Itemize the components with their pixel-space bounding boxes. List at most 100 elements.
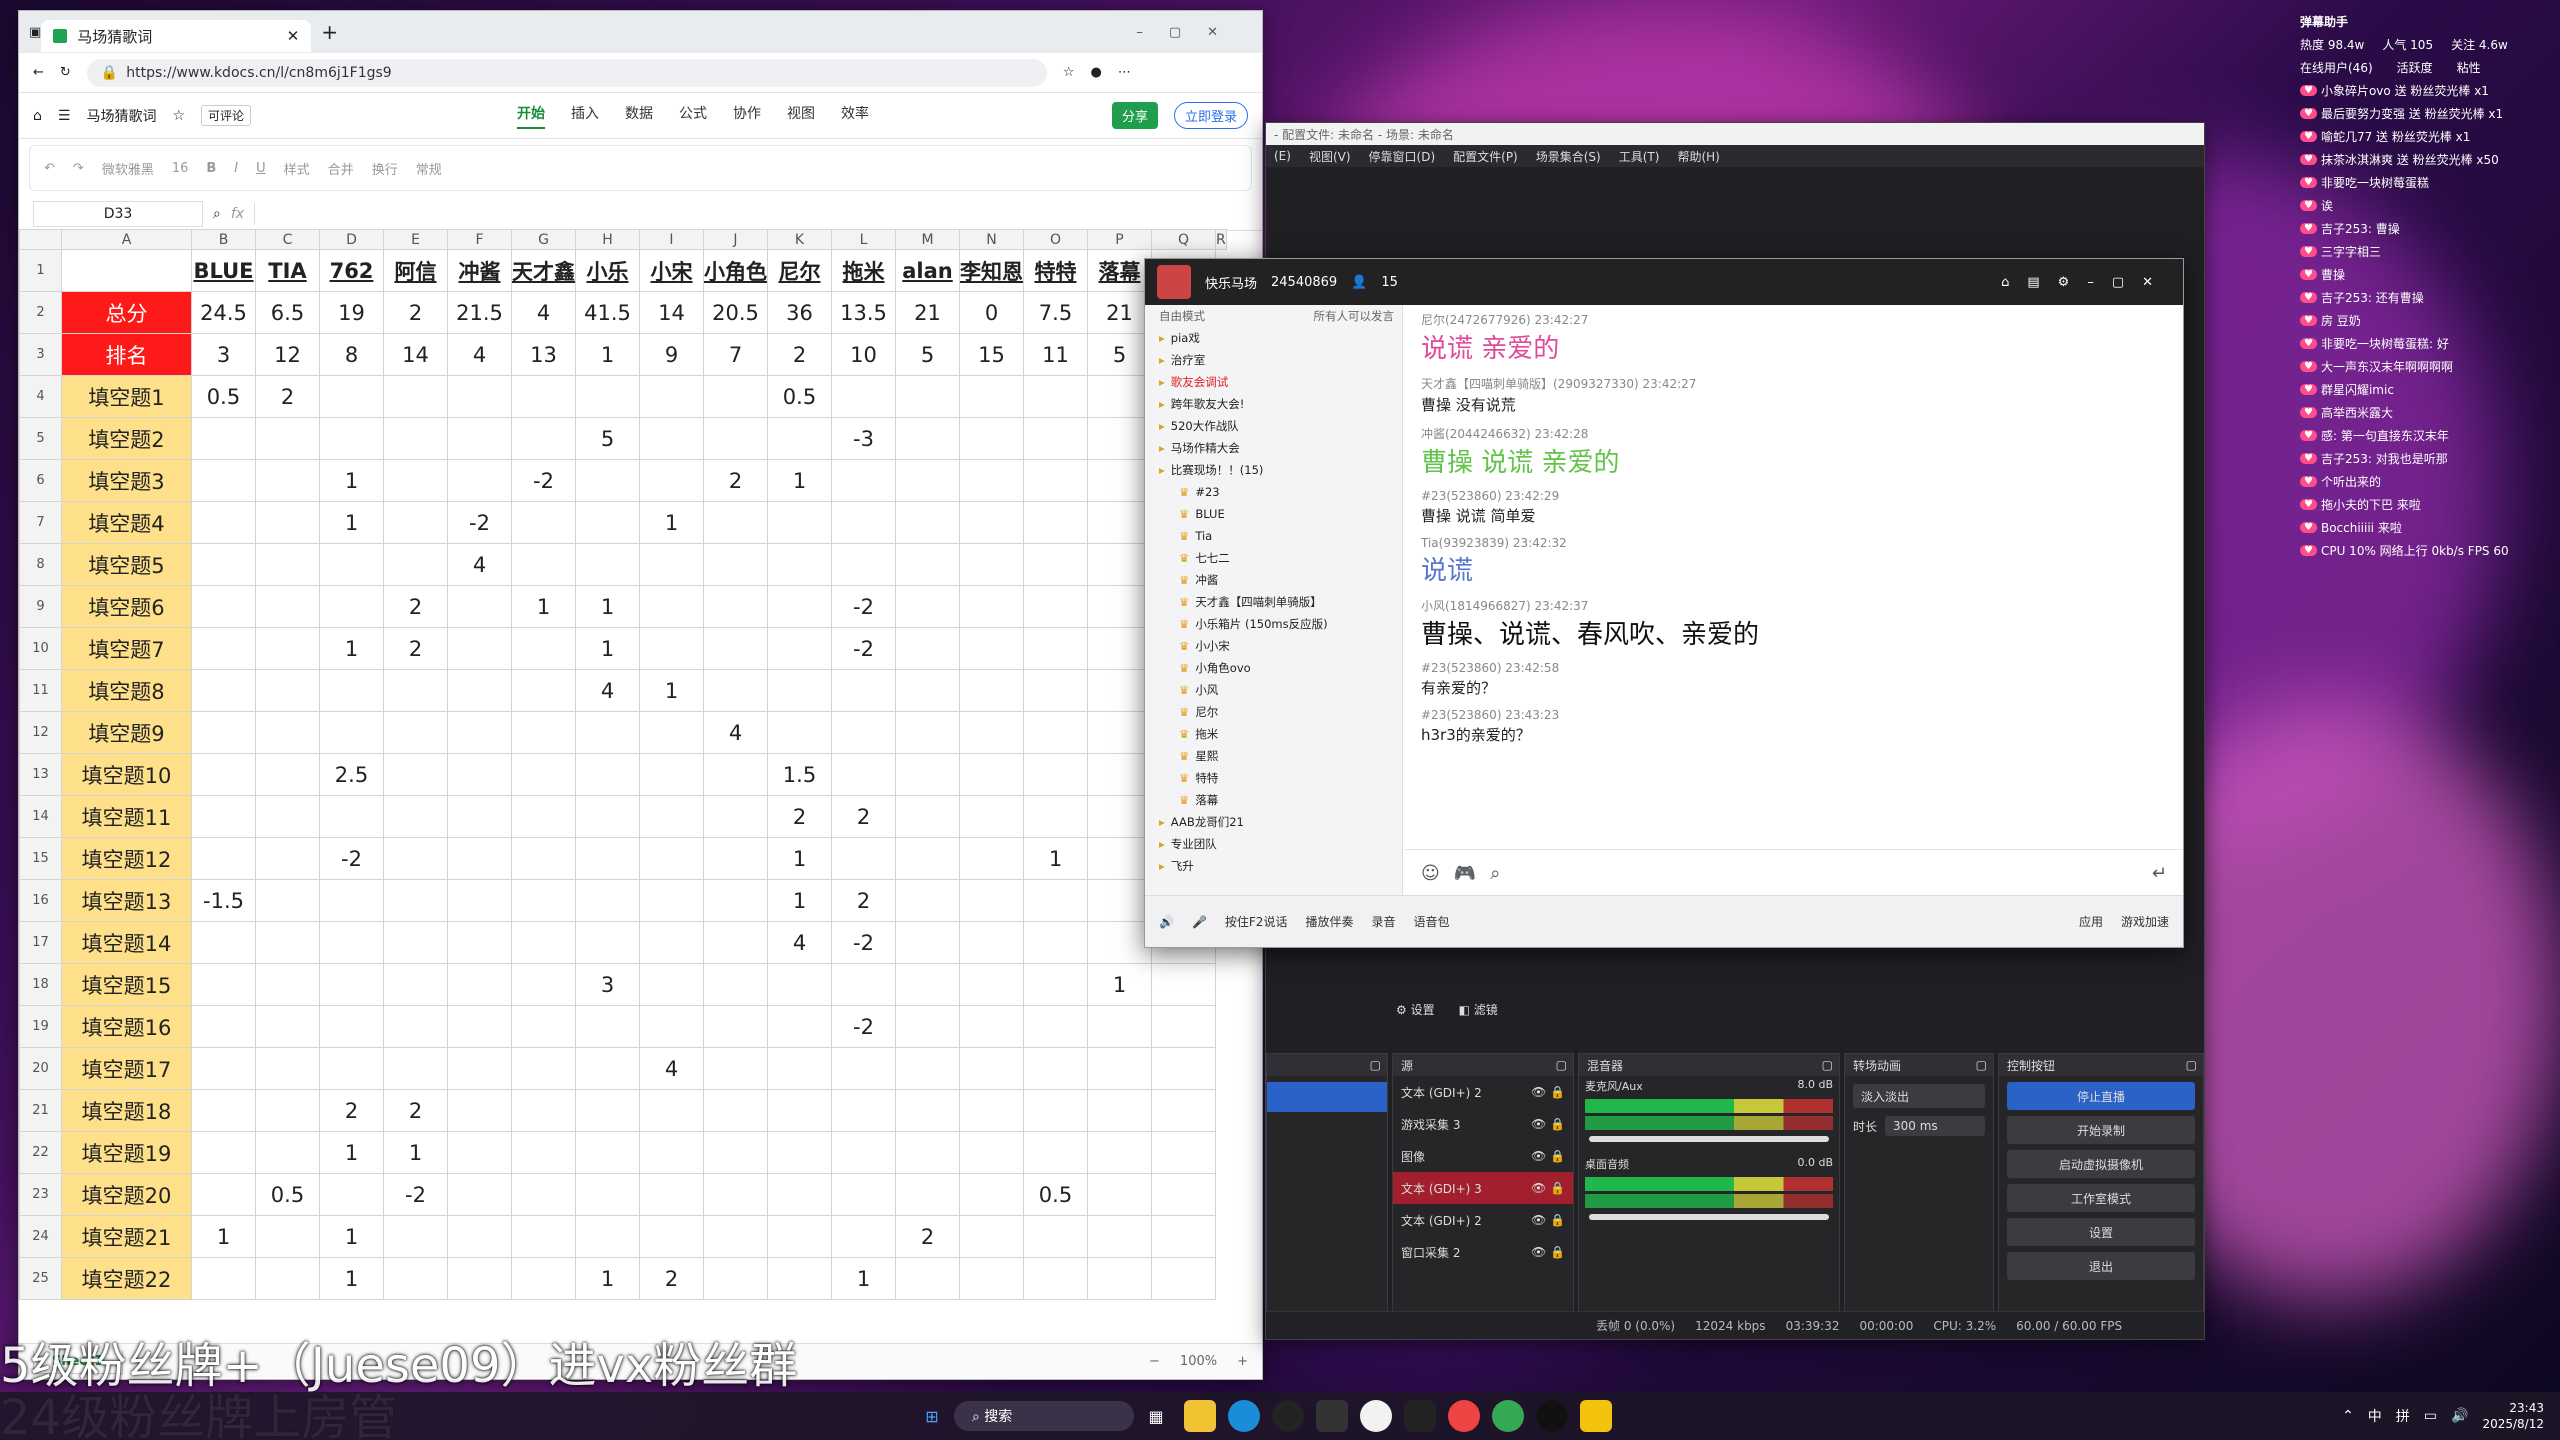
- score-cell[interactable]: [1151, 1047, 1216, 1090]
- row-label-cell[interactable]: 填空题12: [61, 837, 192, 880]
- score-cell[interactable]: [255, 459, 320, 502]
- score-cell[interactable]: [1087, 375, 1152, 418]
- row-header[interactable]: 16: [19, 879, 62, 922]
- score-cell[interactable]: [895, 879, 960, 922]
- transition-select[interactable]: 淡入淡出: [1853, 1084, 1985, 1108]
- score-cell[interactable]: [511, 921, 576, 964]
- score-cell[interactable]: [1023, 921, 1088, 964]
- score-cell[interactable]: [959, 627, 1024, 670]
- room-window-controls[interactable]: ⌂▤⚙–▢✕: [2001, 275, 2171, 290]
- score-cell[interactable]: [383, 417, 448, 460]
- score-cell[interactable]: [511, 375, 576, 418]
- score-cell[interactable]: [895, 459, 960, 502]
- doc-title[interactable]: 马场猜歌词: [86, 106, 156, 126]
- score-cell[interactable]: [767, 1047, 832, 1090]
- score-cell[interactable]: 0.5: [1023, 1173, 1088, 1216]
- score-cell[interactable]: 36: [767, 291, 832, 334]
- score-cell[interactable]: [1151, 1005, 1216, 1048]
- row-label-cell[interactable]: 填空题2: [61, 417, 192, 460]
- score-cell[interactable]: [383, 963, 448, 1006]
- score-cell[interactable]: 1: [319, 1131, 384, 1174]
- score-cell[interactable]: [447, 879, 512, 922]
- duration-input[interactable]: 300 ms: [1885, 1116, 1985, 1136]
- score-cell[interactable]: [1023, 711, 1088, 754]
- player-name-cell[interactable]: 762: [319, 249, 384, 292]
- score-cell[interactable]: [383, 501, 448, 544]
- score-cell[interactable]: [383, 837, 448, 880]
- obs-menu-help[interactable]: 帮助(H): [1677, 148, 1719, 165]
- score-cell[interactable]: [191, 711, 256, 754]
- score-cell[interactable]: 1: [319, 1215, 384, 1258]
- row-header[interactable]: 25: [19, 1257, 62, 1300]
- channel-item[interactable]: ▸ 歌友会调试: [1145, 371, 1402, 393]
- score-cell[interactable]: [1023, 1047, 1088, 1090]
- score-cell[interactable]: [575, 375, 640, 418]
- name-box[interactable]: D33: [33, 200, 203, 227]
- score-cell[interactable]: [1087, 753, 1152, 796]
- column-header[interactable]: Q: [1151, 229, 1216, 250]
- score-cell[interactable]: [255, 501, 320, 544]
- obs-menu-tools[interactable]: 工具(T): [1619, 148, 1660, 165]
- member-item[interactable]: ♛ 落幕: [1145, 789, 1402, 811]
- score-cell[interactable]: 2: [255, 375, 320, 418]
- score-cell[interactable]: [639, 963, 704, 1006]
- steam-icon[interactable]: [1272, 1400, 1304, 1432]
- column-header[interactable]: P: [1087, 229, 1152, 250]
- font-size-select[interactable]: 16: [172, 161, 189, 176]
- score-cell[interactable]: [511, 417, 576, 460]
- player-name-cell[interactable]: 小宋: [639, 249, 704, 292]
- score-cell[interactable]: [319, 963, 384, 1006]
- score-cell[interactable]: [959, 543, 1024, 586]
- source-item[interactable]: 游戏采集 3 👁 🔒: [1393, 1108, 1573, 1140]
- login-button[interactable]: 立即登录: [1173, 102, 1248, 129]
- score-cell[interactable]: [319, 417, 384, 460]
- score-cell[interactable]: [767, 1089, 832, 1132]
- score-cell[interactable]: [703, 1173, 768, 1216]
- score-cell[interactable]: [895, 1131, 960, 1174]
- score-cell[interactable]: [191, 459, 256, 502]
- score-cell[interactable]: [959, 711, 1024, 754]
- score-cell[interactable]: 8: [319, 333, 384, 376]
- score-cell[interactable]: [1023, 501, 1088, 544]
- score-cell[interactable]: [447, 417, 512, 460]
- score-cell[interactable]: [319, 1173, 384, 1216]
- score-cell[interactable]: [767, 543, 832, 586]
- score-cell[interactable]: [895, 543, 960, 586]
- style-button[interactable]: 样式: [284, 159, 310, 178]
- corner-cell[interactable]: [19, 229, 62, 250]
- score-cell[interactable]: [831, 1047, 896, 1090]
- score-cell[interactable]: [191, 837, 256, 880]
- score-cell[interactable]: [255, 795, 320, 838]
- music-icon[interactable]: [1536, 1400, 1568, 1432]
- score-cell[interactable]: [575, 1047, 640, 1090]
- column-header[interactable]: K: [767, 229, 832, 250]
- score-cell[interactable]: [575, 795, 640, 838]
- score-cell[interactable]: [511, 753, 576, 796]
- score-cell[interactable]: [319, 669, 384, 712]
- obs-icon[interactable]: [1316, 1400, 1348, 1432]
- score-cell[interactable]: 5: [1087, 333, 1152, 376]
- score-cell[interactable]: [703, 837, 768, 880]
- score-cell[interactable]: 3: [191, 333, 256, 376]
- score-cell[interactable]: [639, 627, 704, 670]
- row-label-cell[interactable]: [61, 249, 192, 292]
- score-cell[interactable]: 1: [383, 1131, 448, 1174]
- score-cell[interactable]: [767, 417, 832, 460]
- score-cell[interactable]: 1: [575, 627, 640, 670]
- member-item[interactable]: ♛ 尼尔: [1145, 701, 1402, 723]
- score-cell[interactable]: [1087, 1215, 1152, 1258]
- files-icon[interactable]: ▦: [1140, 1400, 1172, 1432]
- score-cell[interactable]: 7: [703, 333, 768, 376]
- share-button[interactable]: 分享: [1111, 102, 1158, 129]
- score-cell[interactable]: [895, 837, 960, 880]
- member-item[interactable]: ♛ BLUE: [1145, 503, 1402, 525]
- score-cell[interactable]: [511, 1215, 576, 1258]
- score-cell[interactable]: [639, 1131, 704, 1174]
- score-cell[interactable]: [639, 711, 704, 754]
- row-header[interactable]: 19: [19, 1005, 62, 1048]
- score-cell[interactable]: [639, 1215, 704, 1258]
- member-item[interactable]: ♛ 特特: [1145, 767, 1402, 789]
- score-cell[interactable]: [1151, 1089, 1216, 1132]
- score-cell[interactable]: [959, 1089, 1024, 1132]
- message-sender[interactable]: #23(523860) 23:42:29: [1421, 489, 2167, 503]
